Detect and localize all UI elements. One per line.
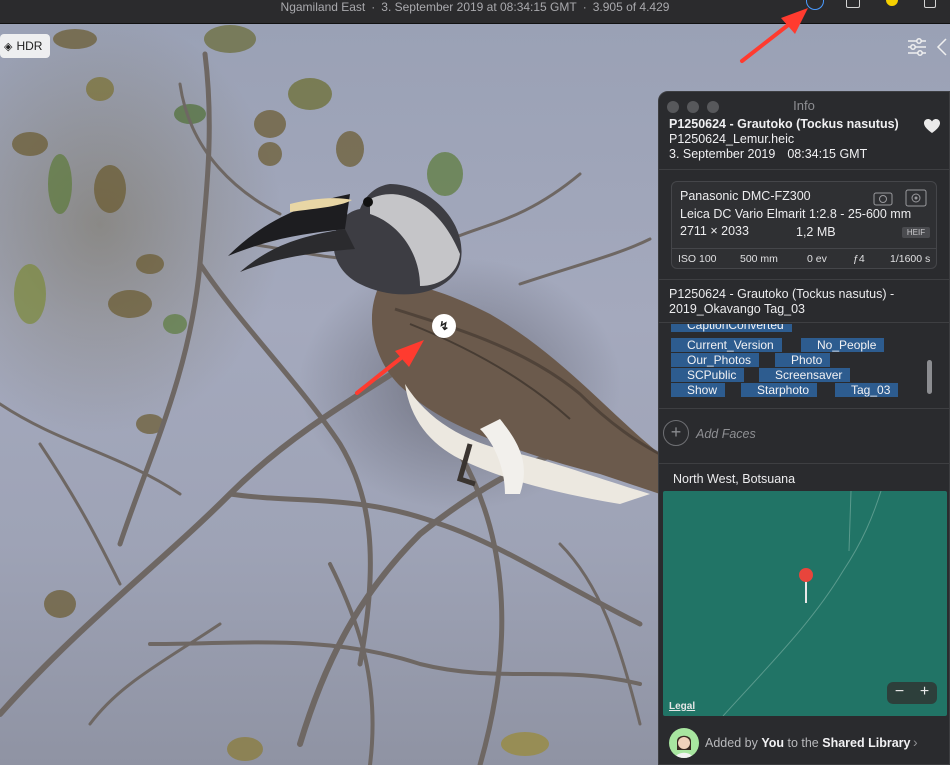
format-badge: HEIF xyxy=(902,227,930,238)
exif-iso: ISO 100 xyxy=(678,253,717,265)
shared-user: You xyxy=(761,736,784,750)
shared-prefix: Added by xyxy=(705,736,758,750)
hdr-badge[interactable]: ◈ HDR xyxy=(0,34,51,58)
photo-filename: P1250624_Lemur.heic xyxy=(669,132,795,146)
divider xyxy=(659,279,949,280)
photo-title[interactable]: P1250624 - Grautoko (Tockus nasutus) xyxy=(669,117,939,132)
keyword-tag[interactable]: Tag_03 xyxy=(835,383,899,397)
visual-lookup-icon[interactable]: ↯ xyxy=(432,314,456,338)
add-face-plus-icon[interactable]: + xyxy=(663,420,689,446)
keyword-tag[interactable]: CaptionConverted xyxy=(671,324,792,332)
zoom-in-button[interactable]: + xyxy=(912,683,937,701)
map-legal-link[interactable]: Legal xyxy=(669,701,695,712)
shared-middle: to the xyxy=(787,736,819,750)
camera-wb-icon xyxy=(873,189,895,207)
heart-glyph xyxy=(924,119,940,133)
title-datetime: 3. September 2019 at 08:34:15 GMT xyxy=(381,0,577,14)
shared-library-text: Added by You to the Shared Library xyxy=(705,736,910,750)
photos-app-window: Ngamiland East · 3. September 2019 at 08:3… xyxy=(0,0,950,765)
divider xyxy=(659,408,949,409)
metering-glyph xyxy=(905,189,927,207)
avatar xyxy=(669,728,699,758)
tag-icon[interactable] xyxy=(936,36,950,58)
photo-header: P1250624 - Grautoko (Tockus nasutus) P12… xyxy=(669,117,939,162)
file-size: 1,2 MB xyxy=(796,225,836,239)
shared-library-name: Shared Library xyxy=(822,736,911,750)
caption-field[interactable]: P1250624 - Grautoko (Tockus nasutus) - 2… xyxy=(669,287,939,317)
info-panel: Info P1250624 - Grautoko (Tockus nasutus… xyxy=(658,91,950,765)
title-location: Ngamiland East xyxy=(280,0,366,14)
tag-glyph xyxy=(936,38,947,56)
title-bar: Ngamiland East · 3. September 2019 at 08:3… xyxy=(0,0,950,24)
photo-datetime[interactable]: 3. September 2019 08:34:15 GMT xyxy=(669,147,939,162)
hdr-label: HDR xyxy=(16,39,43,53)
share-icon[interactable] xyxy=(846,0,860,8)
hdr-icon: ◈ xyxy=(4,40,13,53)
divider xyxy=(659,322,949,323)
adjust-sliders-icon[interactable] xyxy=(904,36,930,58)
divider xyxy=(659,169,949,170)
photo-time: 08:34:15 GMT xyxy=(787,147,868,161)
map-zoom-control: − + xyxy=(887,682,937,704)
camera-glyph xyxy=(873,192,893,206)
add-faces-label: Add Faces xyxy=(696,427,756,441)
exif-shutter: 1/1600 s xyxy=(890,253,931,265)
delete-icon[interactable] xyxy=(924,0,936,8)
exif-exposure-comp: 0 ev xyxy=(807,253,827,265)
divider xyxy=(659,463,949,464)
zoom-out-button[interactable]: − xyxy=(887,683,912,701)
keyword-tag[interactable]: SCPublic xyxy=(671,368,745,382)
keywords-field[interactable]: CaptionConverted Current_Version No_Peop… xyxy=(659,324,949,408)
shared-library-row[interactable]: Added by You to the Shared Library › xyxy=(659,722,949,764)
exif-focal-length: 500 mm xyxy=(740,253,778,265)
camera-model: Panasonic DMC-FZ300 xyxy=(680,189,811,203)
location-label[interactable]: North West, Botsuana xyxy=(673,472,795,486)
keywords-scrollbar[interactable] xyxy=(927,360,932,394)
keyword-tag[interactable]: Photo xyxy=(775,353,831,367)
title-position: 3.905 of 4.429 xyxy=(592,0,670,14)
map-pin-stem xyxy=(805,581,807,603)
chevron-right-icon[interactable]: › xyxy=(913,734,918,750)
keyword-tag[interactable]: Our_Photos xyxy=(671,353,760,367)
lens-model: Leica DC Vario Elmarit 1:2.8 - 25-600 mm xyxy=(680,207,912,221)
add-faces-row[interactable]: + Add Faces xyxy=(659,410,949,462)
keyword-tag[interactable]: No_People xyxy=(801,338,885,352)
map-pin-icon[interactable] xyxy=(799,568,813,582)
keyword-tag[interactable]: Current_Version xyxy=(671,338,782,352)
image-dimensions: 2711 × 2033 xyxy=(680,224,749,238)
keyword-tag[interactable]: Screensaver xyxy=(759,368,851,382)
exif-card: Panasonic DMC-FZ300 Leica DC Vario Elmar… xyxy=(671,181,937,269)
photo-date: 3. September 2019 xyxy=(669,147,776,161)
keyword-tag[interactable]: Starphoto xyxy=(741,383,818,397)
exif-strip: ISO 100 500 mm 0 ev ƒ4 1/1600 s xyxy=(672,248,936,268)
exif-aperture: ƒ4 xyxy=(853,253,865,265)
metering-icon xyxy=(905,189,927,207)
memoji-glyph xyxy=(675,735,693,758)
heart-icon[interactable] xyxy=(923,118,941,134)
keyword-tag[interactable]: Show xyxy=(671,383,726,397)
location-map[interactable]: Legal − + xyxy=(663,491,947,716)
info-panel-title: Info xyxy=(793,98,815,113)
sliders-glyph xyxy=(908,38,926,56)
